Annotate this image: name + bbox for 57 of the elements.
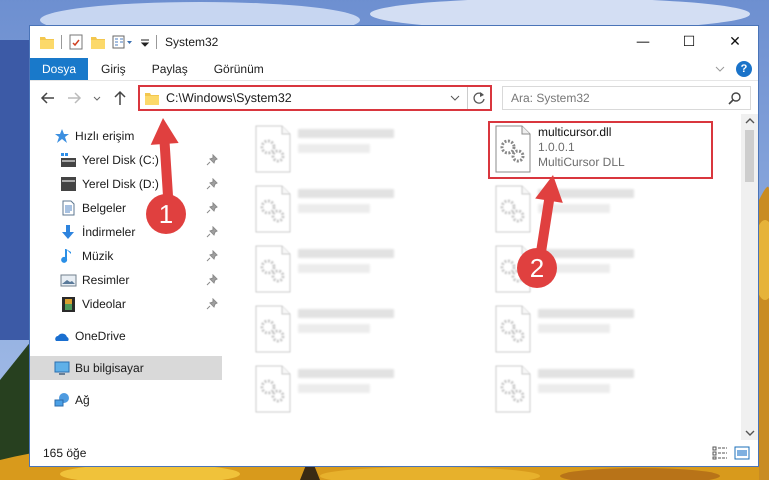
blurred-file-icon [254, 245, 292, 293]
step-badge: 1 [146, 194, 186, 234]
blurred-file-icon [254, 185, 292, 233]
star-icon [54, 128, 70, 144]
ribbon-tab[interactable]: Paylaş [138, 58, 201, 80]
scroll-thumb[interactable] [745, 130, 754, 182]
file-name: multicursor.dll [538, 125, 612, 140]
nav-item[interactable]: Yerel Disk (C:) [82, 153, 159, 167]
ribbon-tab[interactable]: Görünüm [200, 58, 277, 80]
ribbon-tab[interactable]: Dosya [30, 58, 88, 80]
nav-item[interactable]: Bu bilgisayar [30, 356, 222, 380]
nav-item[interactable]: Resimler [82, 273, 130, 287]
up-arrow-icon[interactable] [112, 90, 128, 106]
properties-icon[interactable] [112, 34, 134, 50]
blurred-file-icon [254, 305, 292, 353]
help-button[interactable]: ? [736, 61, 752, 77]
search-field[interactable]: Ara: System32 [502, 86, 751, 110]
file-detail: MultiCursor DLL [538, 155, 625, 170]
window-title: System32 [165, 35, 218, 49]
item-count: 165 öğe [43, 446, 86, 460]
nav-item[interactable]: Müzik [82, 249, 114, 263]
maximize-button[interactable]: ☐ [666, 26, 712, 58]
nav-item[interactable]: OneDrive [75, 329, 126, 343]
nav-item[interactable]: Yerel Disk (D:) [82, 177, 159, 191]
drive-icon [60, 152, 77, 168]
address-field[interactable]: C:\Windows\System32 [138, 84, 492, 110]
document-icon [60, 200, 77, 216]
globe-icon [54, 392, 70, 408]
drive-icon [60, 176, 77, 192]
tiles-view-icon[interactable] [734, 446, 750, 460]
blurred-file-icon [494, 305, 532, 353]
refresh-icon[interactable] [472, 90, 486, 104]
monitor-icon [54, 360, 70, 376]
close-button[interactable]: ✕ [712, 26, 758, 58]
scrollbar[interactable] [741, 114, 758, 440]
step-badge: 2 [517, 248, 557, 288]
film-icon [60, 296, 77, 312]
file-detail: 1.0.0.1 [538, 140, 576, 155]
blurred-file-icon [494, 365, 532, 413]
nav-item[interactable]: Videolar [82, 297, 126, 311]
search-icon [728, 90, 742, 104]
blurred-file-icon [254, 125, 292, 173]
blurred-file-icon [254, 365, 292, 413]
image-icon [60, 272, 77, 288]
nav-item[interactable]: Hızlı erişim [75, 129, 134, 143]
nav-item[interactable]: Ağ [75, 393, 90, 407]
checklist-icon[interactable] [68, 34, 84, 50]
nav-item[interactable]: İndirmeler [82, 225, 136, 239]
back-arrow-icon[interactable] [40, 90, 56, 106]
blurred-file-icon [494, 185, 532, 233]
file-item[interactable]: multicursor.dll 1.0.0.1 MultiCursor DLL [488, 121, 713, 179]
details-view-icon[interactable] [712, 446, 728, 460]
minimize-button[interactable]: — [620, 26, 666, 58]
download-icon [60, 224, 77, 240]
ribbon-tab[interactable]: Giriş [88, 58, 139, 80]
dll-file-icon [494, 125, 532, 173]
nav-item[interactable]: Belgeler [82, 201, 126, 215]
